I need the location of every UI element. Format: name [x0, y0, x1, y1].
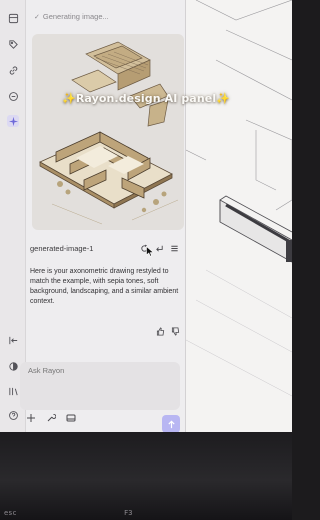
composer-toolbar: [26, 410, 76, 428]
thumbs-up-icon[interactable]: [156, 323, 165, 341]
theme-toggle-icon[interactable]: [7, 360, 19, 372]
sparkle-icon: ✨: [216, 92, 230, 105]
ask-rayon-input[interactable]: [28, 366, 168, 375]
status-text: Generating image...: [42, 12, 109, 21]
key-esc: esc: [4, 509, 17, 517]
add-icon[interactable]: [26, 410, 36, 428]
overlay-caption: ✨Rayon.design AI panel✨: [0, 92, 292, 105]
help-icon[interactable]: [7, 409, 19, 421]
check-icon: ✓: [34, 13, 40, 21]
laptop-bezel: [0, 432, 292, 520]
link-icon[interactable]: [7, 64, 19, 76]
arrow-up-icon: [167, 420, 175, 428]
axonometric-drawing: [39, 41, 179, 225]
ai-sparkle-icon[interactable]: [7, 115, 19, 127]
generation-status: ✓ Generating image...: [34, 12, 109, 21]
ai-chat-panel: ✓ Generating image... generated-image-1 …: [20, 0, 186, 432]
library-icon[interactable]: [7, 385, 19, 397]
layers-icon[interactable]: [7, 12, 19, 24]
assistant-message: Here is your axonometric drawing restyle…: [30, 268, 179, 305]
sparkle-icon: ✨: [62, 92, 76, 105]
collapse-panel-icon[interactable]: [7, 334, 19, 346]
image-mode-icon[interactable]: [66, 410, 76, 428]
more-menu-icon[interactable]: [170, 244, 179, 253]
overlay-title-text: Rayon.design AI panel: [75, 92, 217, 105]
keyboard-strip: esc F3: [0, 508, 292, 520]
canvas-drawing: [185, 0, 292, 397]
tools-icon[interactable]: [46, 410, 57, 428]
image-filename: generated-image-1: [30, 244, 94, 253]
insert-icon[interactable]: [155, 244, 164, 253]
mouse-cursor-icon: [146, 246, 154, 257]
generated-image[interactable]: [32, 34, 184, 230]
key-f3: F3: [124, 509, 133, 517]
thumbs-down-icon[interactable]: [171, 323, 180, 341]
tag-icon[interactable]: [7, 38, 19, 50]
chat-composer: [20, 362, 180, 410]
send-button[interactable]: [162, 415, 180, 432]
drawing-canvas[interactable]: [185, 0, 292, 432]
feedback-buttons: [156, 323, 180, 341]
laptop-screen: ✓ Generating image... generated-image-1 …: [0, 0, 292, 432]
